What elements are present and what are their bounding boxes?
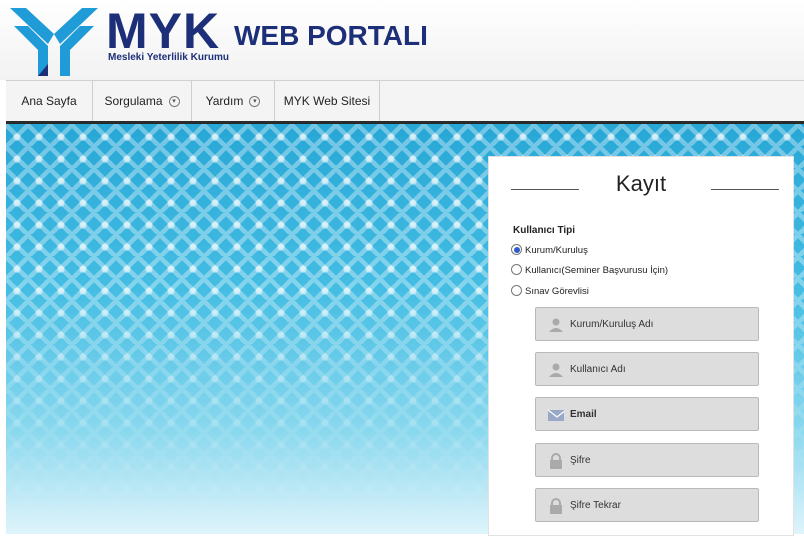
nav-item-home[interactable]: Ana Sayfa (6, 81, 93, 121)
radio-label: Sınav Görevlisi (525, 286, 589, 297)
user-icon (549, 318, 563, 332)
username-field[interactable]: Kullanıcı Adı (535, 352, 759, 386)
radio-option-exam-officer[interactable]: Sınav Görevlisi (511, 285, 589, 297)
radio-label: Kullanıcı(Seminer Başvurusu İçin) (525, 265, 669, 276)
user-icon (549, 363, 563, 377)
nav-item-label: Ana Sayfa (21, 94, 77, 108)
nav-item-help[interactable]: Yardım ▾ (192, 81, 275, 121)
brand-name: MYK (106, 3, 221, 59)
myk-logo-icon[interactable] (8, 4, 100, 78)
institution-name-field[interactable]: Kurum/Kuruluş Adı (535, 307, 759, 341)
radio-option-user[interactable]: Kullanıcı(Seminer Başvurusu İçin) (511, 264, 668, 276)
main-nav: Ana Sayfa Sorgulama ▾ Yardım ▾ MYK Web Sit… (6, 80, 804, 124)
lock-icon (550, 498, 562, 514)
divider (511, 189, 579, 190)
field-placeholder: Email (570, 409, 597, 420)
nav-item-myk-website[interactable]: MYK Web Sitesi (275, 81, 380, 121)
field-placeholder: Şifre (570, 455, 591, 466)
radio-label: Kurum/Kuruluş (525, 245, 588, 256)
nav-item-label: MYK Web Sitesi (283, 94, 371, 108)
nav-item-label: Yardım (205, 94, 244, 108)
radio-icon[interactable] (511, 264, 522, 275)
field-placeholder: Kurum/Kuruluş Adı (570, 319, 654, 330)
brand-subtitle: Mesleki Yeterlilik Kurumu (108, 52, 229, 63)
nav-item-query[interactable]: Sorgulama ▾ (93, 81, 192, 121)
password-confirm-field[interactable]: Şifre Tekrar (535, 488, 759, 522)
user-type-label: Kullanıcı Tipi (513, 225, 576, 236)
site-header: MYK Mesleki Yeterlilik Kurumu WEB PORTAL… (0, 0, 804, 80)
register-panel: Kayıt Kullanıcı Tipi Kurum/Kuruluş Kulla… (488, 156, 794, 536)
divider (711, 189, 779, 190)
email-field[interactable]: Email (535, 397, 759, 431)
form-title: Kayıt (615, 171, 667, 196)
radio-icon[interactable] (511, 285, 522, 296)
chevron-down-icon: ▾ (249, 96, 261, 108)
field-placeholder: Kullanıcı Adı (570, 364, 626, 375)
chevron-down-icon: ▾ (168, 96, 180, 108)
radio-selected-icon[interactable] (511, 244, 522, 255)
radio-option-institution[interactable]: Kurum/Kuruluş (511, 244, 588, 256)
lock-icon (550, 453, 562, 469)
portal-title: WEB PORTALI (234, 20, 428, 51)
nav-item-label: Sorgulama (104, 94, 163, 108)
password-field[interactable]: Şifre (535, 443, 759, 477)
envelope-icon (548, 409, 564, 421)
field-placeholder: Şifre Tekrar (570, 500, 621, 511)
